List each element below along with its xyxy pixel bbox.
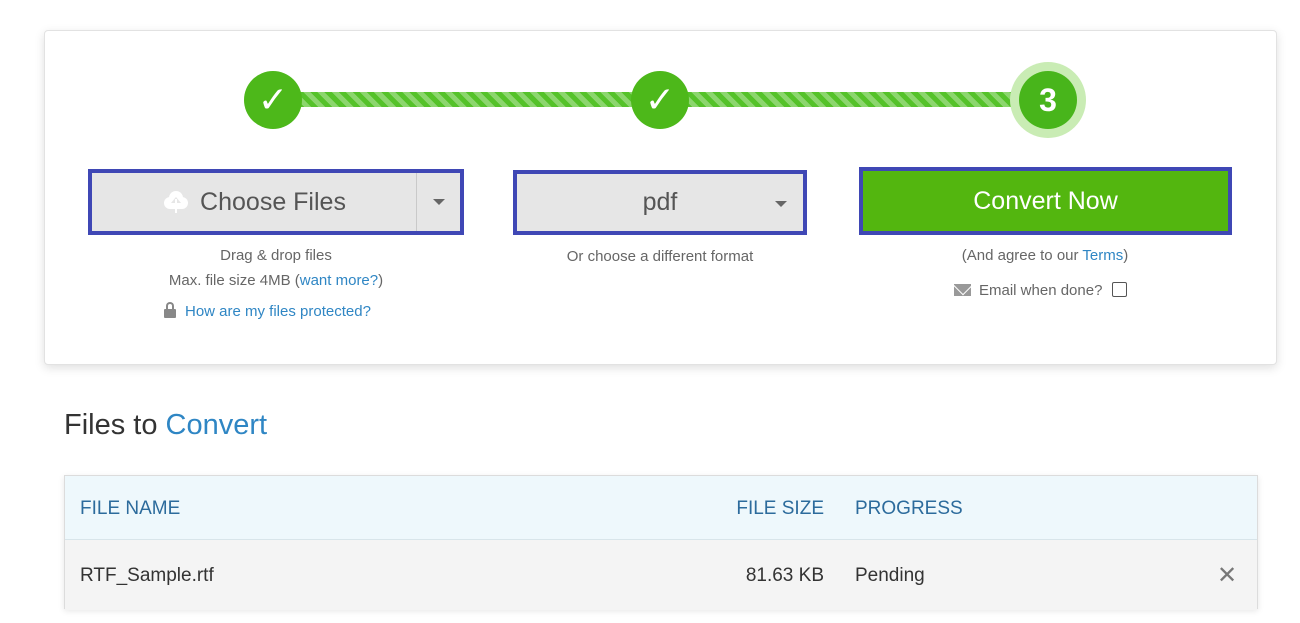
email-when-done-checkbox[interactable]: [1112, 282, 1128, 297]
drag-drop-hint: Drag & drop files: [220, 247, 332, 264]
checkmark-icon: ✓: [644, 79, 676, 120]
step-3-current: 3: [1019, 71, 1077, 129]
choose-files-control: Choose Files: [88, 169, 464, 235]
convert-now-label: Convert Now: [973, 186, 1118, 215]
files-protected-row: How are my files protected?: [163, 302, 371, 320]
caret-down-icon: [775, 201, 787, 207]
table-row: RTF_Sample.rtf 81.63 KB Pending ✕: [65, 540, 1257, 610]
choose-files-label: Choose Files: [200, 187, 346, 216]
max-file-size-text: Max. file size 4MB (want more?): [168, 272, 384, 289]
column-file-name: FILE NAME: [80, 498, 181, 519]
lock-icon: [163, 302, 177, 318]
step-2-done: ✓: [631, 71, 689, 129]
files-protected-link[interactable]: How are my files protected?: [185, 303, 371, 320]
column-progress: PROGRESS: [855, 498, 963, 519]
agree-terms-text: (And agree to our Terms): [961, 247, 1129, 264]
format-select[interactable]: pdf: [513, 170, 807, 235]
checkmark-icon: ✓: [257, 79, 289, 120]
email-when-done-label: Email when done?: [979, 282, 1103, 299]
format-hint: Or choose a different format: [566, 248, 754, 265]
envelope-icon: [954, 284, 971, 296]
cloud-upload-icon: [162, 189, 190, 215]
want-more-link[interactable]: want more?: [300, 272, 378, 289]
terms-link[interactable]: Terms: [1082, 247, 1123, 264]
convert-now-button[interactable]: Convert Now: [859, 167, 1232, 235]
column-file-size: FILE SIZE: [736, 498, 824, 519]
caret-down-icon: [432, 199, 445, 205]
step-1-done: ✓: [244, 71, 302, 129]
choose-files-button[interactable]: Choose Files: [92, 173, 416, 231]
file-size-cell: 81.63 KB: [745, 565, 824, 586]
email-when-done-row: Email when done?: [954, 282, 1128, 299]
progress-cell: Pending: [855, 565, 925, 586]
format-selected-value: pdf: [642, 188, 678, 216]
files-table: FILE NAME FILE SIZE PROGRESS RTF_Sample.…: [64, 475, 1258, 610]
choose-files-dropdown-button[interactable]: [416, 173, 460, 231]
table-header: FILE NAME FILE SIZE PROGRESS: [65, 476, 1257, 540]
step-number: 3: [1039, 82, 1057, 118]
file-name-cell: RTF_Sample.rtf: [80, 565, 214, 586]
files-to-convert-heading: Files to Convert: [64, 409, 268, 441]
progress-track-2: [678, 92, 1030, 107]
close-icon[interactable]: ✕: [1211, 559, 1243, 591]
progress-track-1: [290, 92, 642, 107]
